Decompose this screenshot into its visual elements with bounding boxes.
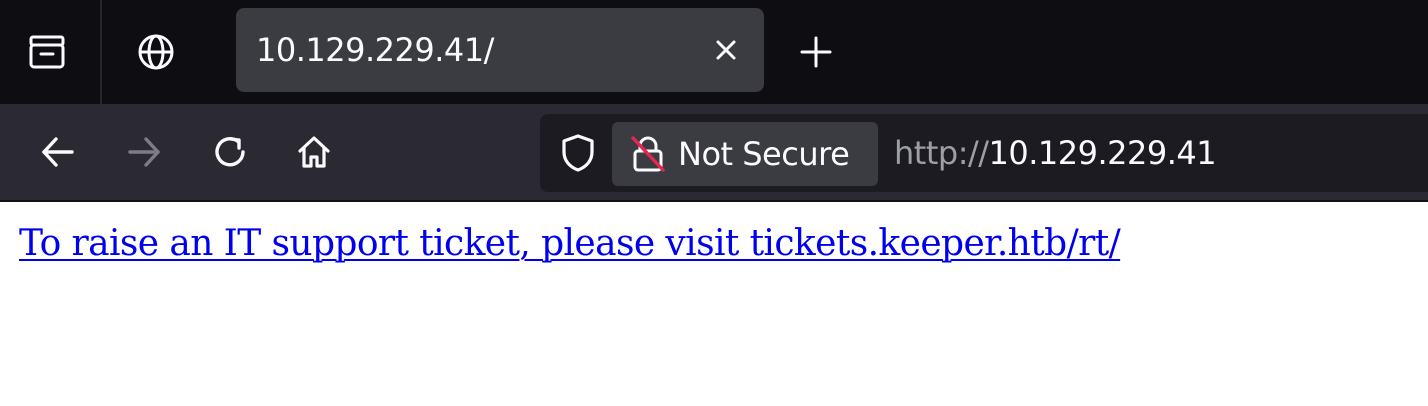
reload-icon [215,137,245,167]
home-icon [298,136,330,168]
active-tab[interactable]: 10.129.229.41/ [236,8,764,92]
url-scheme: http:// [894,134,989,172]
close-icon[interactable] [706,30,746,70]
tab-overview-icon[interactable] [24,30,70,74]
insecure-lock-icon [628,134,668,174]
arrow-right-icon [128,137,160,167]
address-bar[interactable]: Not Secure http://10.129.229.41 [540,114,1428,192]
shield-icon[interactable] [556,130,600,176]
tab-title: 10.129.229.41/ [256,31,494,69]
security-indicator[interactable]: Not Secure [612,122,878,186]
forward-button[interactable] [120,128,168,176]
arrow-left-icon [42,137,74,167]
globe-icon[interactable] [134,30,178,74]
tab-bar: 10.129.229.41/ [0,0,1428,104]
back-button[interactable] [34,128,82,176]
page-content: To raise an IT support ticket, please vi… [0,204,1428,406]
support-ticket-link[interactable]: To raise an IT support ticket, please vi… [19,222,1121,266]
url-text[interactable]: http://10.129.229.41 [894,114,1217,192]
navigation-toolbar: Not Secure http://10.129.229.41 [0,104,1428,202]
home-button[interactable] [290,128,338,176]
tab-bar-separator [100,0,102,104]
url-host: 10.129.229.41 [988,134,1217,172]
new-tab-icon[interactable] [794,30,838,74]
security-label: Not Secure [678,135,850,173]
reload-button[interactable] [206,128,254,176]
